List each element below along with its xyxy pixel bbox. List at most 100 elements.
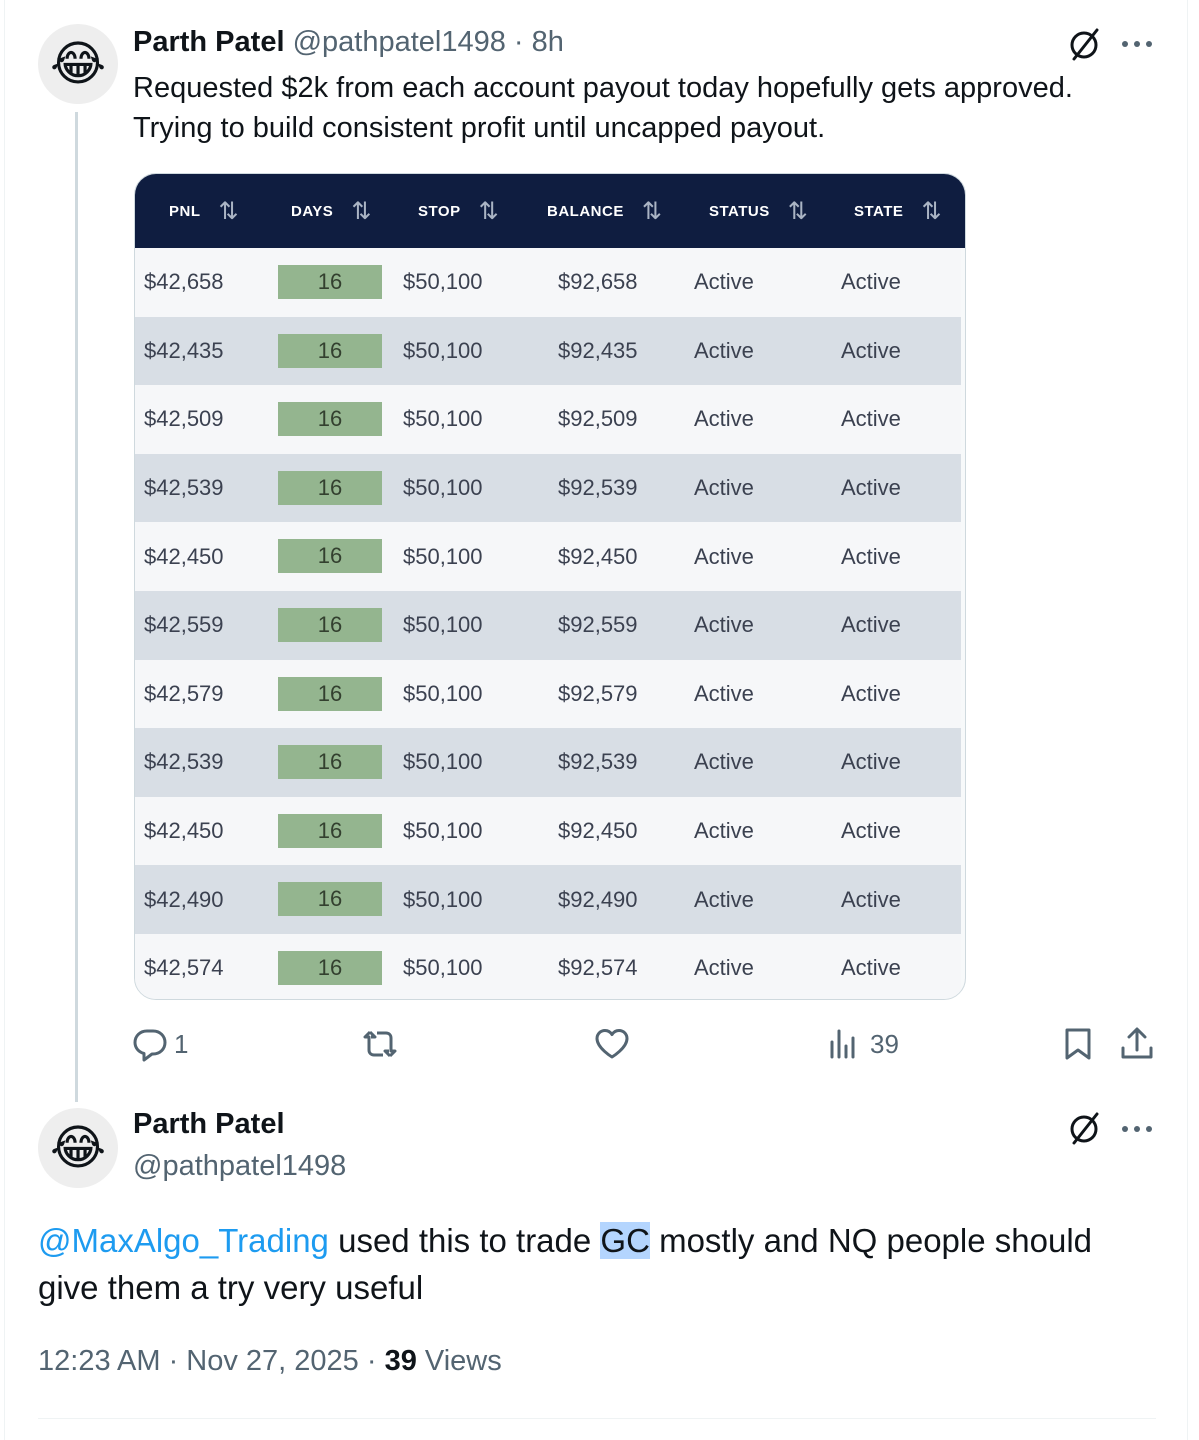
reply-button[interactable]: 1	[132, 1026, 188, 1062]
mention-link[interactable]: @MaxAlgo_Trading	[38, 1222, 329, 1259]
reply-views-count: 39	[384, 1345, 417, 1377]
cell-status: Active	[694, 818, 754, 844]
cell-days: 16	[278, 608, 382, 642]
reply-author-handle[interactable]: @pathpatel1498	[133, 1150, 346, 1183]
cell-days: 16	[278, 676, 382, 711]
column-header-balance[interactable]: BALANCE ⇅	[547, 174, 662, 248]
share-icon	[1121, 1027, 1153, 1059]
cell-state: Active	[841, 886, 901, 912]
cell-status: Active	[694, 337, 754, 363]
divider	[38, 1418, 1156, 1419]
tweet-time[interactable]: 8h	[532, 26, 564, 58]
reply-timestamp[interactable]: 12:23 AM · Nov 27, 2025 ·	[38, 1345, 385, 1377]
share-button[interactable]	[1119, 1026, 1155, 1062]
table-row: $42,490 $50,100 $92,490 Active Active 16	[135, 865, 961, 934]
cell-status: Active	[694, 269, 754, 295]
reply-avatar[interactable]: 😂	[38, 1108, 118, 1188]
column-header-label: DAYS	[291, 202, 334, 220]
sort-icon[interactable]: ⇅	[479, 197, 500, 226]
like-icon	[595, 1029, 629, 1059]
more-icon[interactable]	[1120, 28, 1154, 65]
cell-state: Active	[841, 680, 901, 706]
cell-days: 16	[278, 813, 382, 848]
column-header-stop[interactable]: STOP ⇅	[418, 174, 499, 248]
cell-stop: $50,100	[403, 680, 483, 706]
bookmark-button[interactable]	[1060, 1026, 1096, 1062]
reply-text-line-2: give them a try very useful	[38, 1269, 424, 1306]
cell-balance: $92,490	[558, 886, 638, 912]
cell-balance: $92,579	[558, 680, 638, 706]
cell-status: Active	[694, 543, 754, 569]
cell-days: 16	[278, 333, 382, 368]
views-count: 39	[870, 1028, 899, 1059]
cell-stop: $50,100	[403, 475, 483, 501]
cell-days: 16	[278, 882, 382, 917]
reply-grok-slash-icon[interactable]	[1066, 1110, 1102, 1151]
avatar[interactable]: 😂	[38, 24, 118, 104]
cell-stop: $50,100	[403, 886, 483, 912]
cell-stop: $50,100	[403, 406, 483, 432]
cell-stop: $50,100	[403, 337, 483, 363]
tweet-text-line-1: Requested $2k from each account payout t…	[133, 72, 1073, 104]
table-row: $42,559 $50,100 $92,559 Active Active 16	[135, 591, 961, 660]
tweet-text: Requested $2k from each account payout t…	[133, 68, 1153, 148]
cell-balance: $92,658	[558, 269, 638, 295]
tweet-media-table[interactable]: PNL ⇅ DAYS ⇅ STOP ⇅ BALANCE ⇅ STATUS ⇅ STATE ⇅ $42,…	[134, 173, 966, 1000]
author-name[interactable]: Parth Patel	[133, 26, 285, 58]
table-row: $42,574 $50,100 $92,574 Active Active 16	[135, 934, 961, 999]
sort-icon[interactable]: ⇅	[921, 197, 942, 226]
tweet-text-line-2: Trying to build consistent profit until …	[133, 112, 826, 144]
cell-state: Active	[841, 406, 901, 432]
cell-pnl: $42,490	[144, 886, 224, 912]
cell-balance: $92,559	[558, 612, 638, 638]
column-header-label: PNL	[169, 202, 201, 220]
repost-button[interactable]	[362, 1026, 398, 1062]
reply-author-name[interactable]: Parth Patel	[133, 1108, 285, 1141]
cell-balance: $92,450	[558, 543, 638, 569]
sort-icon[interactable]: ⇅	[642, 197, 663, 226]
column-header-days[interactable]: DAYS ⇅	[291, 174, 372, 248]
grok-slash-icon[interactable]	[1066, 26, 1102, 67]
reply-meta: 12:23 AM · Nov 27, 2025 · 39 Views	[38, 1345, 502, 1378]
sort-icon[interactable]: ⇅	[351, 197, 372, 226]
cell-pnl: $42,509	[144, 406, 224, 432]
column-header-label: BALANCE	[547, 202, 624, 220]
column-header-label: STATUS	[709, 202, 770, 220]
cell-state: Active	[841, 269, 901, 295]
table-row: $42,435 $50,100 $92,435 Active Active 16	[135, 316, 961, 386]
cell-days: 16	[278, 745, 382, 780]
cell-status: Active	[694, 406, 754, 432]
reply-icon	[133, 1029, 167, 1062]
reply-text: @MaxAlgo_Trading used this to trade GC m…	[38, 1217, 1158, 1311]
highlighted-text: GC	[600, 1222, 650, 1259]
cell-pnl: $42,539	[144, 749, 224, 775]
column-header-pnl[interactable]: PNL ⇅	[169, 174, 239, 248]
cell-state: Active	[841, 543, 901, 569]
cell-pnl: $42,579	[144, 680, 224, 706]
cell-pnl: $42,658	[144, 269, 224, 295]
table-row: $42,450 $50,100 $92,450 Active Active 16	[135, 522, 961, 591]
reply-more-icon[interactable]	[1120, 1113, 1154, 1150]
views-button[interactable]: 39	[826, 1026, 899, 1062]
author-handle[interactable]: @pathpatel1498	[293, 26, 506, 58]
sort-icon[interactable]: ⇅	[219, 197, 240, 226]
avatar-emoji: 😂	[49, 38, 107, 91]
cell-pnl: $42,559	[144, 612, 224, 638]
cell-balance: $92,509	[558, 406, 638, 432]
cell-stop: $50,100	[403, 955, 483, 981]
cell-stop: $50,100	[403, 543, 483, 569]
cell-balance: $92,450	[558, 818, 638, 844]
table-row: $42,509 $50,100 $92,509 Active Active 16	[135, 385, 961, 454]
cell-status: Active	[694, 749, 754, 775]
column-header-status[interactable]: STATUS ⇅	[709, 174, 808, 248]
like-button[interactable]	[594, 1026, 630, 1062]
cell-days: 16	[278, 470, 382, 505]
cell-pnl: $42,539	[144, 475, 224, 501]
column-header-state[interactable]: STATE ⇅	[854, 174, 942, 248]
repost-icon	[363, 1030, 397, 1058]
bookmark-icon	[1065, 1028, 1091, 1060]
sort-icon[interactable]: ⇅	[788, 197, 809, 226]
cell-balance: $92,539	[558, 749, 638, 775]
cell-days: 16	[278, 265, 382, 299]
reply-text-line-1: @MaxAlgo_Trading used this to trade GC m…	[38, 1217, 1158, 1264]
